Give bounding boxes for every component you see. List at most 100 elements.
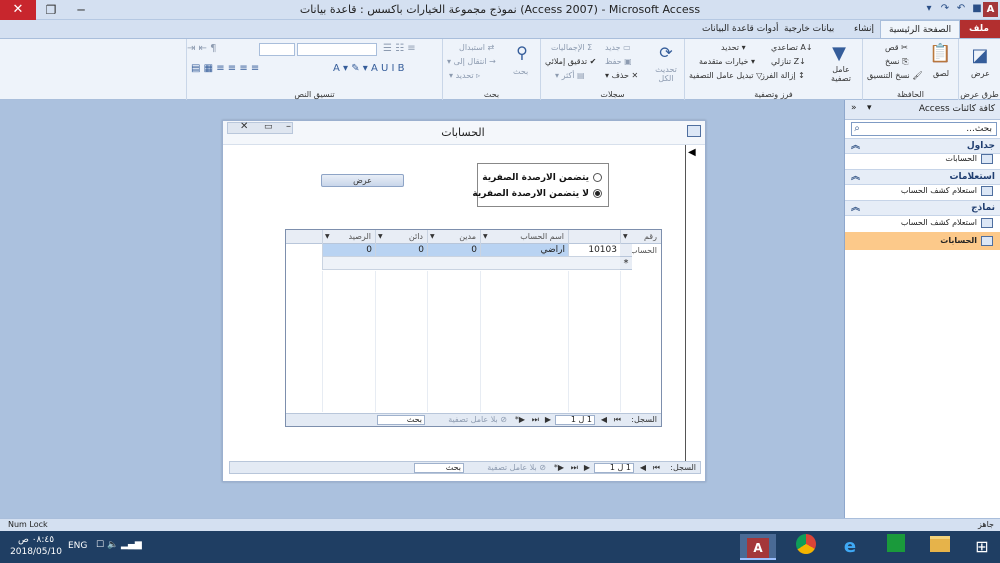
- record-counter[interactable]: 1 ل 1: [594, 463, 634, 473]
- nav-search-input[interactable]: بحث...: [851, 122, 997, 136]
- search-icon[interactable]: ⌕: [851, 123, 863, 135]
- font-name-select[interactable]: [297, 43, 377, 56]
- first-record-icon[interactable]: ⏮: [614, 415, 621, 425]
- view-icon[interactable]: ◪: [969, 45, 991, 66]
- nav-collapse-icon[interactable]: «: [851, 103, 857, 113]
- tab-database-tools[interactable]: أدوات قاعدة البيانات: [694, 20, 787, 38]
- toggle-filter-button[interactable]: ▽ تبديل عامل التصفية: [689, 71, 762, 80]
- binoculars-icon[interactable]: ⚲: [509, 43, 535, 62]
- column-header-debit[interactable]: مدين ▼: [427, 230, 480, 244]
- list-format-icons[interactable]: ☰ ☷ ≡: [383, 43, 439, 54]
- new-row-marker[interactable]: *: [620, 257, 632, 270]
- last-record-icon[interactable]: ⏭: [571, 463, 578, 473]
- taskbar-explorer-icon[interactable]: [922, 534, 958, 560]
- cell-debit[interactable]: 0: [427, 244, 480, 257]
- font-size-select[interactable]: [259, 43, 295, 56]
- paste-button[interactable]: لصق: [933, 69, 949, 78]
- selection-button[interactable]: ▾ تحديد: [721, 43, 746, 52]
- option-include-zero[interactable]: يتضمن الارصدة الصفرية: [482, 171, 602, 185]
- taskbar-access-icon[interactable]: A: [740, 534, 776, 560]
- subform-search-box[interactable]: بحث: [377, 415, 425, 425]
- nav-menu-dropdown-icon[interactable]: ▾: [867, 103, 872, 113]
- volume-icon[interactable]: 🔈: [107, 540, 118, 550]
- radio-exclude-zero[interactable]: [593, 189, 602, 198]
- next-record-icon[interactable]: ▶: [545, 415, 551, 424]
- no-filter-indicator[interactable]: ⊘ بلا عامل تصفية: [448, 415, 507, 424]
- window-minimize-button[interactable]: ─: [66, 0, 96, 20]
- option-exclude-zero[interactable]: لا يتضمن الارصدة الصفرية: [472, 187, 602, 201]
- indent-icons[interactable]: ⇥ ⇤ ¶: [187, 43, 257, 54]
- delete-record-button[interactable]: ✕ حذف ▾: [605, 71, 638, 80]
- radio-include-zero[interactable]: [593, 173, 602, 182]
- save-record-button[interactable]: ▣ حفظ: [605, 57, 632, 66]
- form-restore-icon[interactable]: ▭: [264, 122, 273, 132]
- row-selector[interactable]: [620, 244, 632, 257]
- nav-item-statement-form[interactable]: استعلام كشف الحساب: [845, 214, 1000, 232]
- view-button[interactable]: عرض: [971, 69, 990, 78]
- copy-button[interactable]: ⎘ نسخ: [885, 57, 908, 67]
- system-tray[interactable]: ☐ 🔈 ▂▄▆: [96, 540, 142, 550]
- filter-button[interactable]: عامل تصفية: [827, 65, 855, 83]
- prev-record-icon[interactable]: ◀: [601, 415, 607, 424]
- column-header-balance[interactable]: الرصيد ▼: [322, 230, 375, 244]
- sort-ascending-button[interactable]: ↓A تصاعدي: [771, 43, 813, 52]
- advanced-button[interactable]: ▾ خيارات متقدمة: [699, 57, 755, 66]
- no-filter-indicator[interactable]: ⊘ بلا عامل تصفية: [487, 463, 546, 472]
- select-button[interactable]: ▹ تحديد ▾: [449, 71, 480, 80]
- form-close-icon[interactable]: ✕: [240, 121, 248, 132]
- format-painter-button[interactable]: 🖌 نسخ التنسيق: [867, 71, 922, 80]
- paste-icon[interactable]: 📋: [929, 43, 951, 64]
- form-minimize-icon[interactable]: –: [286, 121, 291, 132]
- taskbar-chrome-icon[interactable]: [788, 534, 824, 560]
- refresh-all-icon[interactable]: ⟳: [653, 43, 679, 62]
- column-header-credit[interactable]: دائن ▼: [375, 230, 427, 244]
- new-record-icon[interactable]: ▶*: [515, 415, 525, 424]
- nav-item-accounts-table[interactable]: الحسابات: [845, 150, 1000, 168]
- record-counter[interactable]: 1 ل 1: [555, 415, 595, 425]
- sort-descending-button[interactable]: ↓Z تنازلي: [771, 57, 806, 66]
- prev-record-icon[interactable]: ◀: [640, 463, 646, 472]
- cut-button[interactable]: ✂ قص: [885, 43, 908, 52]
- nav-pane-header[interactable]: كافة كائنات Access ▾ «: [845, 100, 1000, 120]
- language-indicator[interactable]: ENG: [68, 541, 87, 551]
- cell-balance[interactable]: 0: [322, 244, 375, 257]
- nav-item-accounts-form[interactable]: الحسابات: [845, 232, 1000, 250]
- filter-icon[interactable]: ▼: [825, 43, 853, 64]
- save-icon[interactable]: ■: [970, 2, 984, 16]
- column-header-account-name[interactable]: اسم الحساب ▼: [480, 230, 568, 244]
- new-record-button[interactable]: ▭ جديد: [605, 43, 631, 52]
- cell-account-number[interactable]: 10103: [568, 244, 620, 257]
- refresh-all-button[interactable]: تحديث الكل: [651, 65, 681, 83]
- tab-create[interactable]: إنشاء: [846, 20, 882, 38]
- replace-button[interactable]: ⇄ استبدال: [459, 43, 494, 52]
- cell-account-name[interactable]: اراضي: [480, 244, 568, 257]
- last-record-icon[interactable]: ⏭: [532, 415, 539, 425]
- new-record-icon[interactable]: ▶*: [554, 463, 564, 472]
- taskbar-clock[interactable]: ٠٨:٤٥ ص 2018/05/10: [8, 534, 64, 558]
- redo-icon[interactable]: ↷: [938, 2, 952, 16]
- undo-icon[interactable]: ↶: [954, 2, 968, 16]
- first-record-icon[interactable]: ⏮: [653, 463, 660, 473]
- remove-sort-button[interactable]: ↕ إزالة الفرز: [761, 71, 805, 80]
- spelling-button[interactable]: ✔ تدقيق إملائي: [545, 57, 596, 66]
- taskbar-ie-icon[interactable]: e: [832, 534, 868, 560]
- customize-qat-icon[interactable]: ▾: [922, 2, 936, 16]
- tab-file[interactable]: ملف: [958, 20, 1000, 38]
- font-style-icons[interactable]: A ▾ ✎ ▾ A U I B: [333, 63, 439, 74]
- more-button[interactable]: ▤ أكثر ▾: [555, 71, 585, 80]
- find-button[interactable]: بحث: [513, 67, 528, 76]
- network-icon[interactable]: ▂▄▆: [121, 540, 142, 550]
- column-header-account-number[interactable]: رقم الحساب ▼: [620, 230, 661, 255]
- tab-home[interactable]: الصفحة الرئيسية: [880, 20, 961, 38]
- form-search-box[interactable]: بحث: [414, 463, 464, 473]
- cell-credit[interactable]: 0: [375, 244, 427, 257]
- alignment-icons[interactable]: ▤ ▦ ≡ ≡ ≡ ≡: [191, 63, 331, 74]
- window-maximize-button[interactable]: ❐: [36, 0, 66, 20]
- new-row[interactable]: [322, 257, 620, 270]
- start-button-windows-icon[interactable]: ⊞: [964, 534, 1000, 560]
- totals-button[interactable]: Σ الإجماليات: [551, 43, 592, 52]
- record-selector-bar[interactable]: ◀: [685, 145, 705, 461]
- notification-icon[interactable]: ☐: [96, 540, 104, 550]
- next-record-icon[interactable]: ▶: [584, 463, 590, 472]
- show-button[interactable]: عرض: [321, 174, 404, 187]
